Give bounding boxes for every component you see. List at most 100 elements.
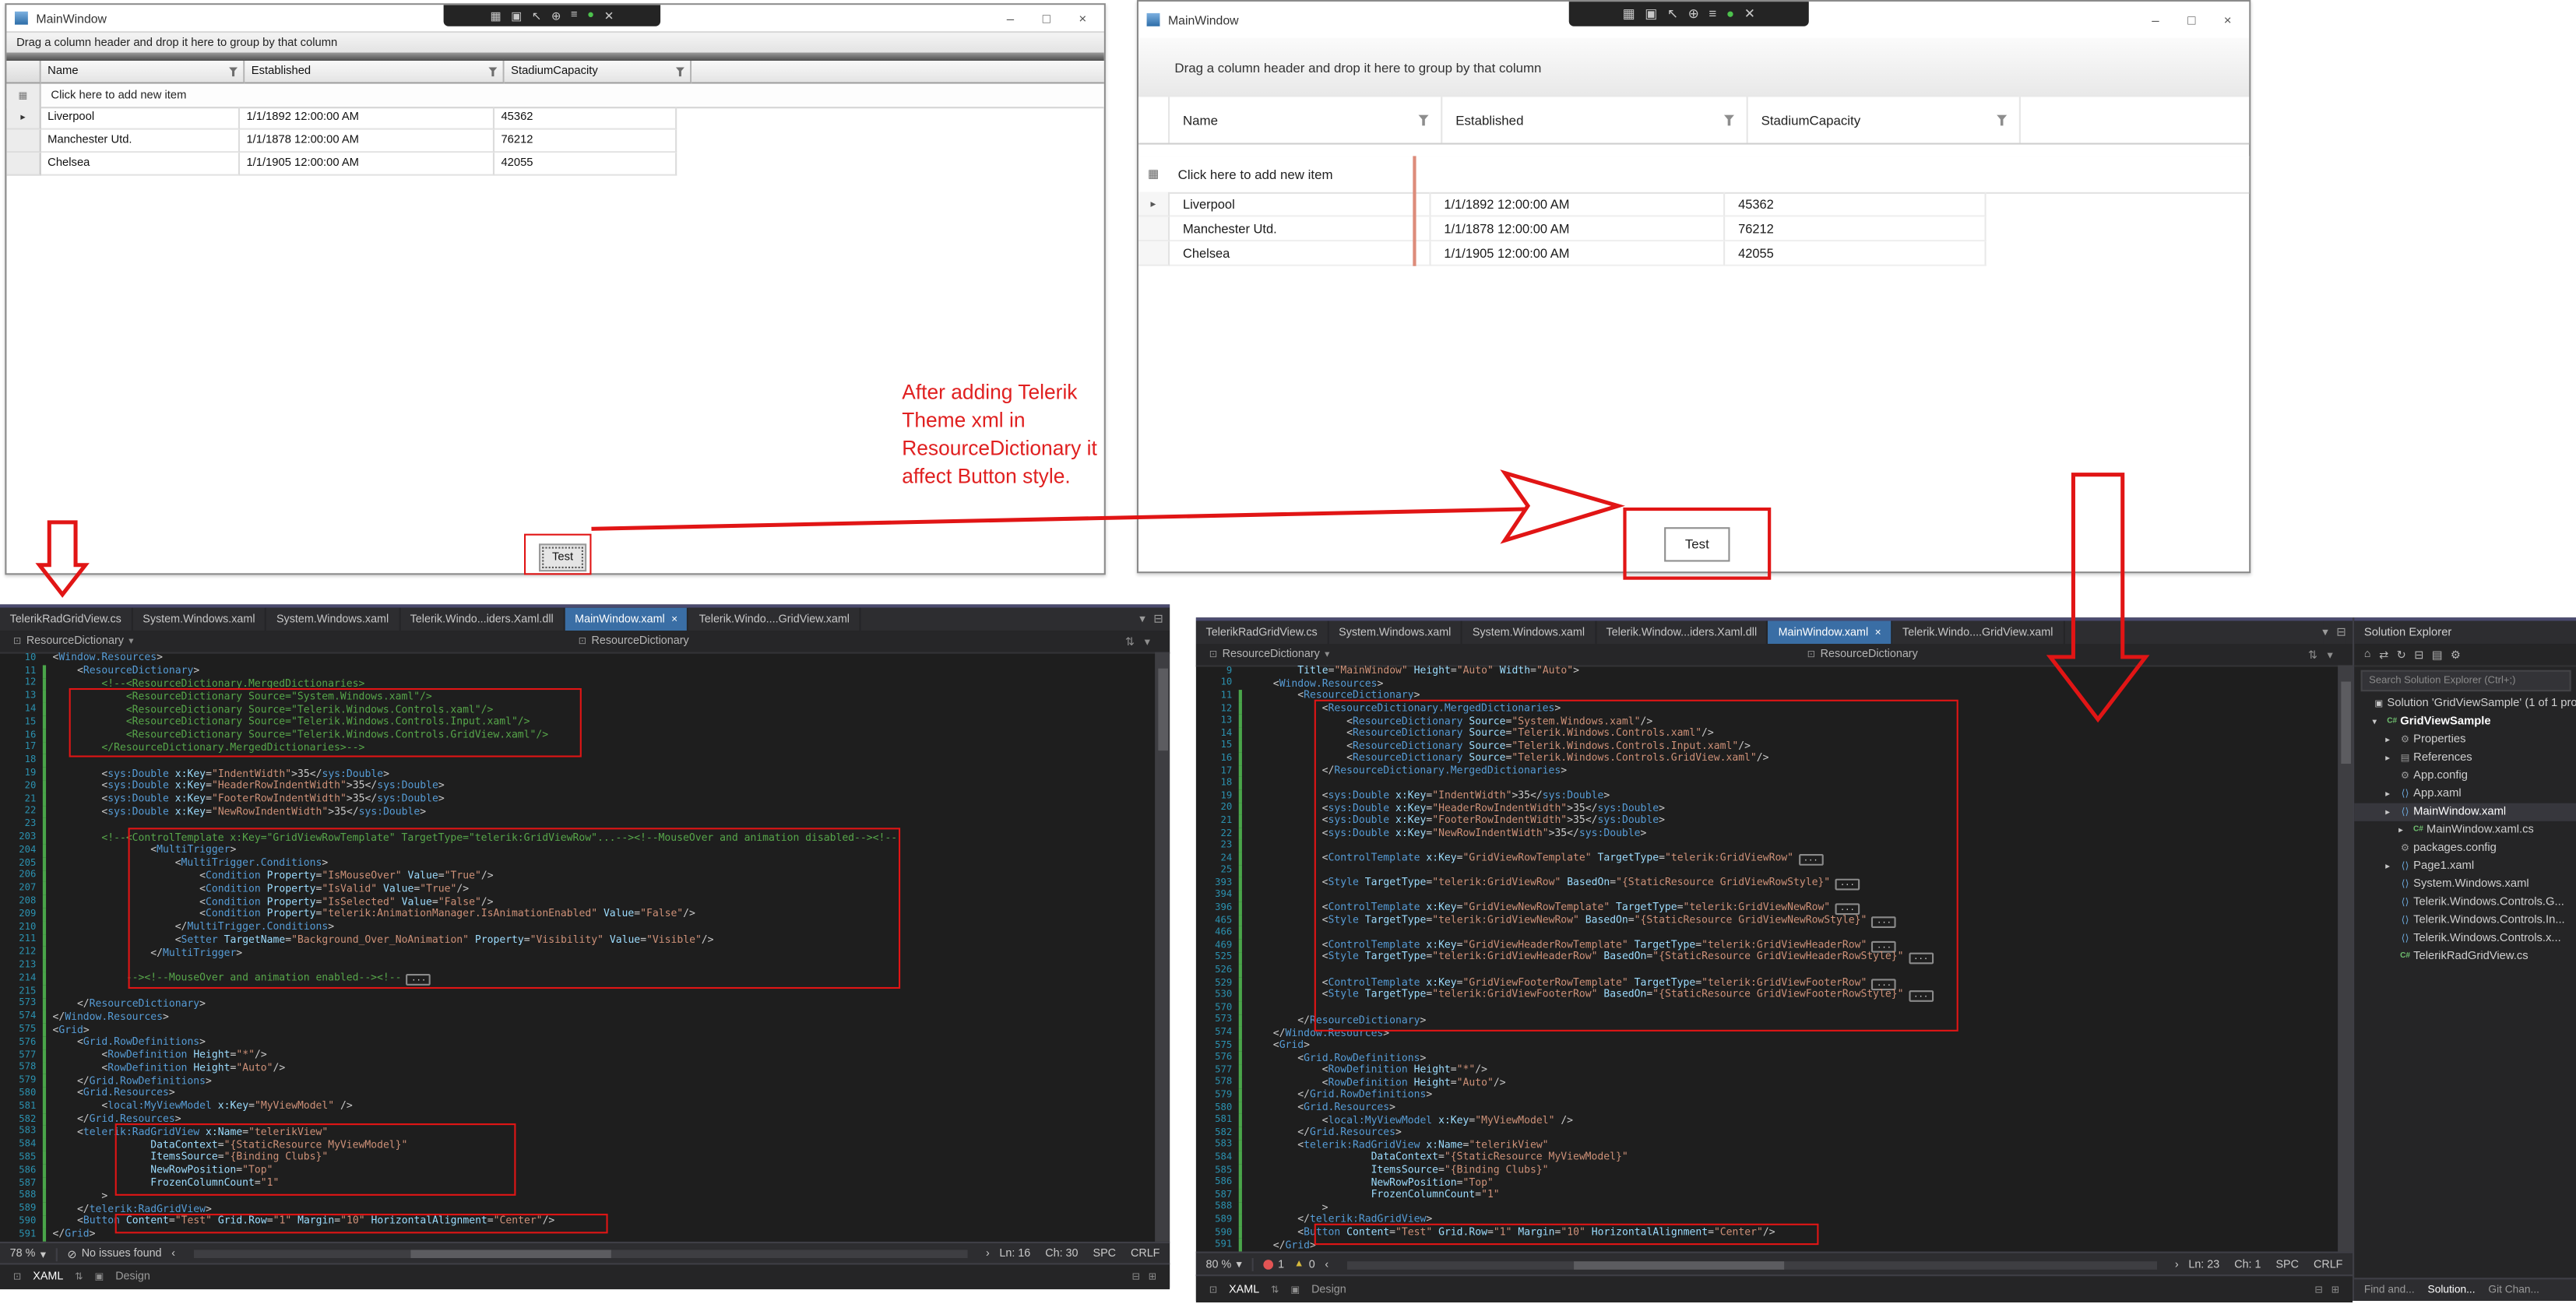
editor-tab[interactable]: Telerik.Windo....GridView.xaml (1892, 620, 2064, 644)
code-area[interactable]: 10<Window.Resources>11 <ResourceDictiona… (0, 652, 1155, 1242)
code-line[interactable]: 10 <Window.Resources> (1196, 677, 2338, 690)
issues-indicator[interactable]: ⊘No issues found (67, 1247, 161, 1260)
code-line[interactable]: 586 NewRowPosition="Top" (0, 1165, 1155, 1177)
code-line[interactable]: 204 <MultiTrigger> (0, 844, 1155, 856)
code-line[interactable]: 586 NewRowPosition="Top" (1196, 1176, 2338, 1189)
code-line[interactable]: 525 <Style TargetType="telerik:GridViewH… (1196, 952, 2338, 965)
tree-item[interactable]: ▣Solution 'GridViewSample' (1 of 1 proje… (2354, 694, 2576, 712)
swap-icon[interactable]: ⇅ (2308, 648, 2317, 661)
code-line[interactable]: 574 </Window.Resources> (1196, 1027, 2338, 1039)
code-line[interactable]: 577 <RowDefinition Height="*"/> (0, 1049, 1155, 1061)
folded-region-icon[interactable]: ... (1909, 954, 1934, 965)
folded-region-icon[interactable]: ... (1909, 991, 1934, 1003)
code-line[interactable]: 9 Title="MainWindow" Height="Auto" Width… (1196, 665, 2338, 677)
scroll-left-icon[interactable]: ‹ (171, 1248, 175, 1260)
minimize-button[interactable]: – (1001, 11, 1020, 26)
split-horizontal-icon[interactable]: ⊟ (2314, 1284, 2323, 1295)
code-line[interactable]: 573 </ResourceDictionary> (1196, 1014, 2338, 1027)
swap-icon[interactable]: ⇅ (1125, 634, 1135, 648)
search-input[interactable]: Search Solution Explorer (Ctrl+;) (2361, 670, 2571, 691)
code-line[interactable]: 591 </Grid> (1196, 1239, 2338, 1251)
test-button[interactable]: Test (1664, 527, 1730, 561)
layers-icon[interactable]: ≡ (1709, 6, 1716, 21)
tab-design[interactable]: Design (1311, 1284, 1346, 1295)
scrollbar-thumb[interactable] (2340, 682, 2350, 764)
maximize-button[interactable]: □ (2182, 12, 2201, 27)
scroll-left-icon[interactable]: ‹ (1325, 1259, 1328, 1271)
tree-item[interactable]: ⚙packages.config (2354, 839, 2576, 857)
code-line[interactable]: 582 </Grid.Resources> (0, 1113, 1155, 1126)
code-line[interactable]: 16 <ResourceDictionary Source="Telerik.W… (0, 729, 1155, 741)
breadcrumb-segment[interactable]: ⊡ResourceDictionary▾ (1196, 648, 1330, 660)
folded-region-icon[interactable]: ... (406, 974, 431, 986)
select-element-icon[interactable]: ↖ (1667, 6, 1678, 21)
eol-mode[interactable]: CRLF (2314, 1259, 2342, 1271)
filter-icon[interactable] (488, 66, 498, 76)
breadcrumb-segment[interactable]: ⊡ResourceDictionary (579, 635, 689, 647)
close-button[interactable]: × (1073, 11, 1093, 26)
eol-mode[interactable]: CRLF (1131, 1248, 1160, 1260)
group-panel[interactable]: Drag a column header and drop it here to… (1138, 38, 2249, 99)
errors-indicator[interactable]: 1 (1263, 1259, 1284, 1271)
code-line[interactable]: 17 </ResourceDictionary.MergedDictionari… (0, 742, 1155, 754)
add-new-row[interactable]: ▦ Click here to add new item (6, 84, 1103, 109)
code-line[interactable]: 393 <Style TargetType="telerik:GridViewR… (1196, 877, 2338, 890)
tab-list-icon[interactable]: ▾ (1139, 613, 1145, 626)
tree-item[interactable]: ▸▤References (2354, 749, 2576, 767)
space-mode[interactable]: SPC (1093, 1248, 1117, 1260)
screen-icon[interactable]: ▣ (1645, 6, 1657, 21)
zoom-control[interactable]: 80 %▾ (1206, 1258, 1242, 1271)
code-line[interactable]: 575<Grid> (0, 1024, 1155, 1036)
code-line[interactable]: 22 <sys:Double x:Key="NewRowIndentWidth"… (1196, 828, 2338, 840)
select-element-icon[interactable]: ↖ (532, 9, 541, 23)
code-line[interactable]: 18 (0, 754, 1155, 767)
grid-row[interactable]: Manchester Utd.1/1/1878 12:00:00 AM76212 (6, 130, 1103, 153)
code-line[interactable]: 11 <ResourceDictionary> (0, 665, 1155, 677)
layers-icon[interactable]: ≡ (571, 10, 578, 22)
refresh-icon[interactable]: ↻ (2397, 648, 2406, 661)
editor-tab[interactable]: System.Windows.xaml (133, 608, 267, 631)
code-line[interactable]: 12 <ResourceDictionary.MergedDictionarie… (1196, 702, 2338, 715)
tree-item[interactable]: C#TelerikRadGridView.cs (2354, 947, 2576, 965)
code-line[interactable]: 582 </Grid.Resources> (1196, 1126, 2338, 1139)
code-line[interactable]: 580 <Grid.Resources> (0, 1088, 1155, 1100)
horizontal-scrollbar[interactable] (193, 1249, 968, 1258)
filter-icon[interactable] (675, 66, 685, 76)
editor-tab[interactable]: Telerik.Windo....GridView.xaml (689, 608, 861, 631)
tab-design[interactable]: Design (115, 1271, 150, 1283)
editor-tab[interactable]: MainWindow.xaml× (1768, 620, 1892, 644)
code-line[interactable]: 576 <Grid.RowDefinitions> (1196, 1052, 2338, 1064)
group-panel[interactable]: Drag a column header and drop it here to… (6, 31, 1103, 54)
code-line[interactable]: 581 <local:MyViewModel x:Key="MyViewMode… (0, 1100, 1155, 1112)
tab-close-icon[interactable]: × (1875, 627, 1881, 638)
code-line[interactable]: 211 <Setter TargetName="Background_Over_… (0, 933, 1155, 946)
code-line[interactable]: 584 DataContext="{StaticResource MyViewM… (1196, 1151, 2338, 1164)
editor-tab[interactable]: System.Windows.xaml (1462, 620, 1596, 644)
code-line[interactable]: 589 </telerik:RadGridView> (1196, 1214, 2338, 1226)
properties-icon[interactable]: ⚙ (2451, 648, 2461, 661)
minimize-button[interactable]: – (2145, 12, 2165, 27)
column-header-established[interactable]: Established (245, 61, 504, 84)
chevron-down-icon[interactable]: ▾ (2328, 648, 2333, 661)
editor-tab[interactable]: System.Windows.xaml (266, 608, 400, 631)
home-icon[interactable]: ⌂ (2364, 648, 2371, 660)
code-line[interactable]: 394 (1196, 890, 2338, 902)
code-line[interactable]: 207 <Condition Property="IsValid" Value=… (0, 883, 1155, 895)
close-icon[interactable]: ✕ (1744, 6, 1755, 21)
code-line[interactable]: 579 </Grid.RowDefinitions> (1196, 1089, 2338, 1102)
code-line[interactable]: 19 <sys:Double x:Key="IndentWidth">35</s… (1196, 790, 2338, 803)
code-line[interactable]: 587 FrozenColumnCount="1" (1196, 1189, 2338, 1201)
folded-region-icon[interactable]: ... (1872, 979, 1897, 990)
code-line[interactable]: 22 <sys:Double x:Key="NewRowIndentWidth"… (0, 806, 1155, 818)
scroll-right-icon[interactable]: › (2175, 1259, 2179, 1271)
tab-xaml[interactable]: XAML (33, 1271, 63, 1283)
code-line[interactable]: 466 (1196, 927, 2338, 940)
tree-item[interactable]: ⟨⟩Telerik.Windows.Controls.G... (2354, 894, 2576, 912)
code-line[interactable]: 590 <Button Content="Test" Grid.Row="1" … (0, 1215, 1155, 1228)
folded-region-icon[interactable]: ... (1872, 916, 1897, 928)
code-line[interactable]: 585 ItemsSource="{Binding Clubs}" (0, 1151, 1155, 1164)
grid-row[interactable]: Chelsea1/1/1905 12:00:00 AM42055 (6, 153, 1103, 176)
code-line[interactable]: 20 <sys:Double x:Key="HeaderRowIndentWid… (1196, 803, 2338, 815)
code-line[interactable]: 14 <ResourceDictionary Source="Telerik.W… (1196, 728, 2338, 740)
tab-git-changes[interactable]: Git Chan... (2488, 1285, 2539, 1296)
